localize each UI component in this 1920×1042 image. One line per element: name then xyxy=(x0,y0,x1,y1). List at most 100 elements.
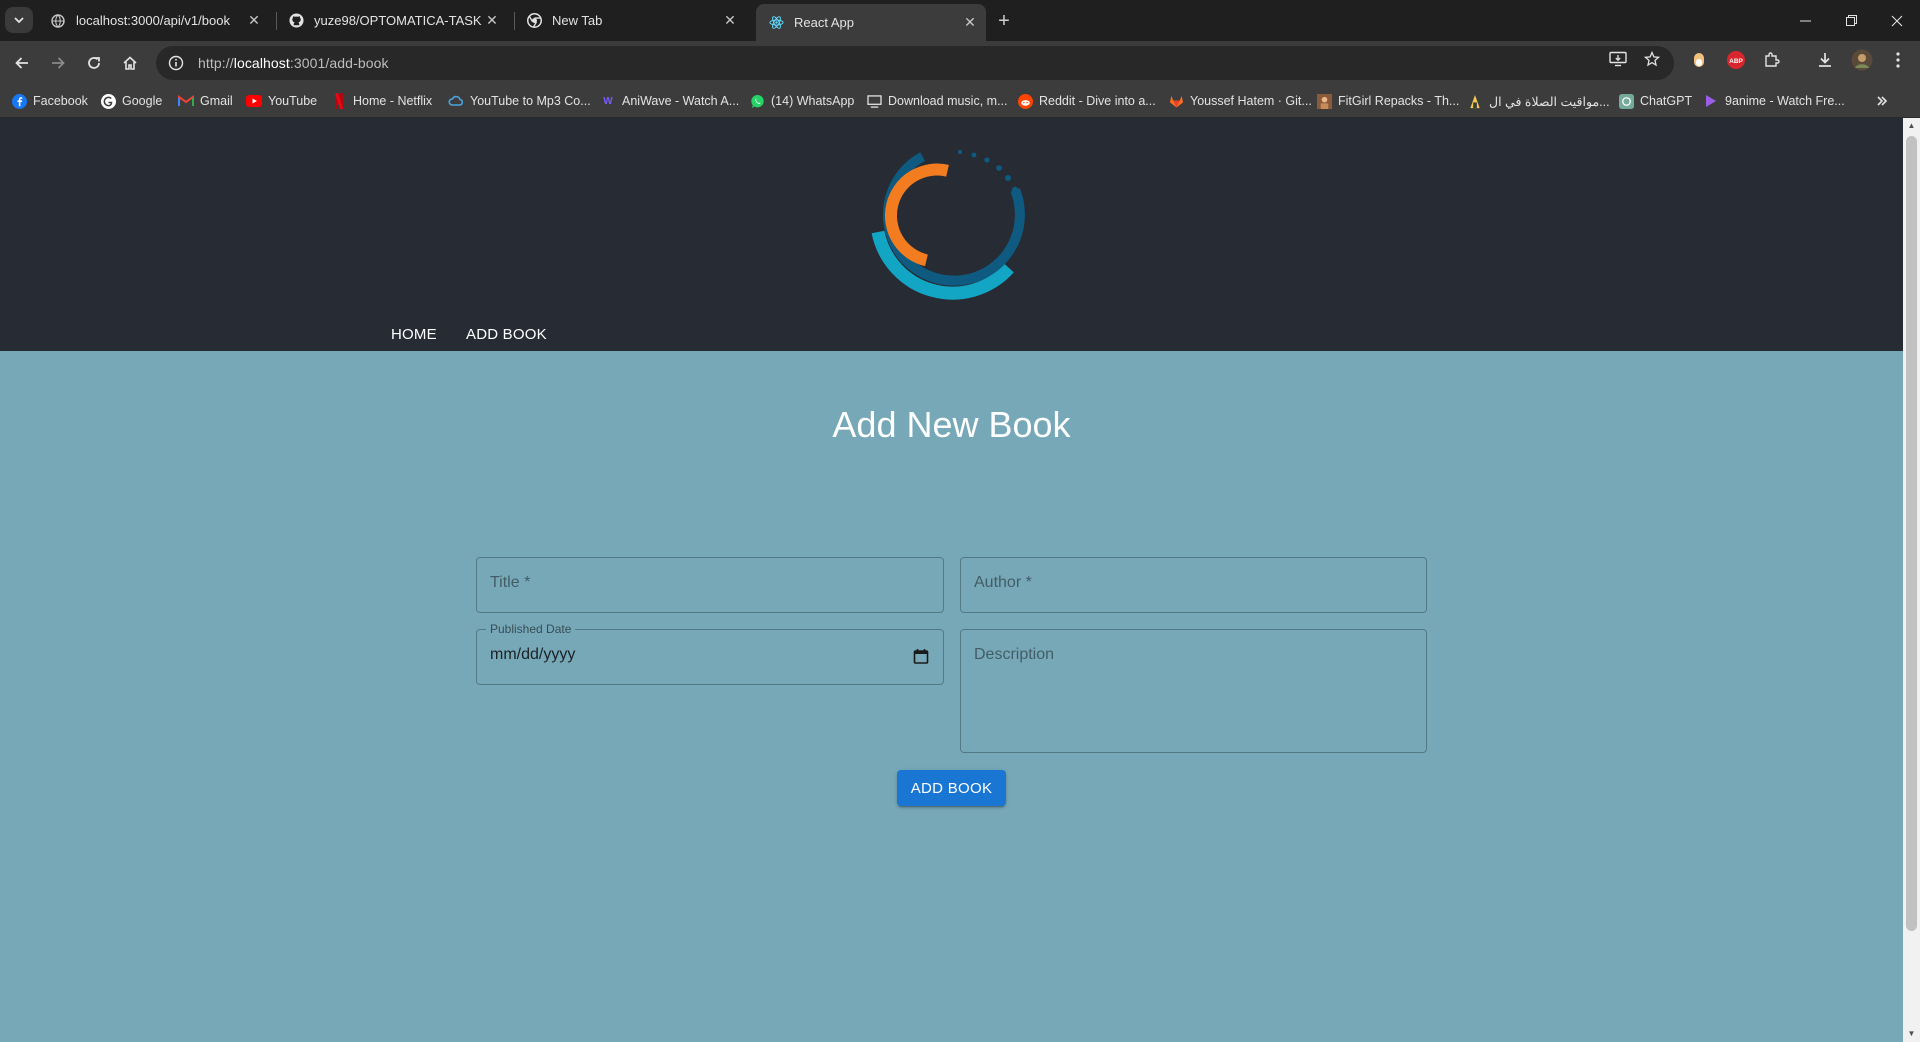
bookmark-prayer-times[interactable]: مواقيت الصلاة في ال... xyxy=(1467,92,1610,110)
scroll-down-icon[interactable]: ▼ xyxy=(1907,1029,1916,1038)
download-music-icon xyxy=(866,93,882,109)
restore-icon xyxy=(1845,15,1857,26)
site-info-icon[interactable] xyxy=(166,53,186,73)
close-icon[interactable]: ✕ xyxy=(720,11,740,31)
bookmark-label: (14) WhatsApp xyxy=(771,94,855,108)
tab-title: yuze98/OPTOMATICA-TASK: Th xyxy=(314,13,482,28)
bookmark-label: Gmail xyxy=(200,94,233,108)
url-text: http://localhost:3001/add-book xyxy=(198,55,389,71)
forward-button[interactable] xyxy=(44,49,72,77)
bookmark-google[interactable]: Google xyxy=(100,92,162,110)
author-placeholder: Author * xyxy=(974,574,1032,591)
browser-menu-icon[interactable] xyxy=(1887,49,1909,71)
tab-title: New Tab xyxy=(552,13,603,28)
bookmark-label: 9anime - Watch Fre... xyxy=(1725,94,1845,108)
page-scrollbar[interactable]: ▲ ▼ xyxy=(1903,118,1920,1042)
bookmark-label: YouTube xyxy=(268,94,318,108)
youtube-icon xyxy=(246,93,262,109)
nav-add-book-link[interactable]: ADD BOOK xyxy=(466,317,547,351)
close-icon[interactable]: ✕ xyxy=(960,13,980,33)
browser-tab-3[interactable]: New Tab ✕ xyxy=(514,4,746,37)
minimize-button[interactable] xyxy=(1782,0,1828,41)
published-date-label: Published Date xyxy=(486,622,576,636)
title-input[interactable]: Title * xyxy=(476,557,944,613)
scroll-thumb[interactable] xyxy=(1906,136,1917,931)
published-date-value: mm/dd/yyyy xyxy=(490,646,576,663)
chevron-down-icon xyxy=(14,17,24,24)
browser-tab-4[interactable]: React App ✕ xyxy=(756,4,986,41)
bookmark-aniwave[interactable]: W AniWave - Watch A... xyxy=(600,92,739,110)
cloud-icon xyxy=(448,93,464,109)
react-icon xyxy=(768,15,784,31)
description-placeholder: Description xyxy=(974,646,1055,663)
bookmark-netflix[interactable]: Home - Netflix xyxy=(331,92,432,110)
tab-title: localhost:3000/api/v1/book xyxy=(76,13,230,28)
download-icon[interactable] xyxy=(1814,49,1836,71)
profile-avatar[interactable] xyxy=(1851,49,1873,71)
published-date-input[interactable]: Published Date mm/dd/yyyy xyxy=(476,622,944,685)
install-app-icon[interactable] xyxy=(1608,49,1628,69)
browser-tab-1[interactable]: localhost:3000/api/v1/book ✕ xyxy=(38,4,270,37)
home-button[interactable] xyxy=(116,49,144,77)
page-title: Add New Book xyxy=(832,404,1071,445)
bookmark-label: Home - Netflix xyxy=(353,94,433,108)
extensions-puzzle-icon[interactable] xyxy=(1761,49,1783,71)
bookmark-youtube[interactable]: YouTube xyxy=(246,92,317,110)
calendar-icon[interactable] xyxy=(913,648,929,664)
back-button[interactable] xyxy=(8,49,36,77)
close-window-button[interactable] xyxy=(1874,0,1920,41)
bookmark-gmail[interactable]: Gmail xyxy=(178,92,233,110)
description-textarea[interactable]: Description xyxy=(960,629,1427,753)
minimize-icon xyxy=(1799,20,1811,22)
home-icon xyxy=(123,56,137,70)
close-icon xyxy=(1891,15,1903,26)
bookmark-youtube-to-mp3[interactable]: YouTube to Mp3 Co... xyxy=(448,92,591,110)
9anime-icon xyxy=(1703,93,1719,109)
add-book-submit-button[interactable]: ADD BOOK xyxy=(897,770,1006,806)
bookmark-fitgirl[interactable]: FitGirl Repacks - Th... xyxy=(1316,92,1459,110)
chatgpt-icon xyxy=(1618,93,1634,109)
url-path: :3001/add-book xyxy=(289,55,389,71)
whatsapp-icon xyxy=(749,93,765,109)
address-bar[interactable]: http://localhost:3001/add-book xyxy=(156,46,1674,80)
arrow-right-icon xyxy=(52,57,65,69)
url-scheme: http:// xyxy=(198,55,234,71)
new-tab-button[interactable]: + xyxy=(990,8,1018,34)
bookmark-9anime[interactable]: 9anime - Watch Fre... xyxy=(1703,92,1845,110)
bookmark-whatsapp[interactable]: (14) WhatsApp xyxy=(749,92,854,110)
tab-search-button[interactable] xyxy=(5,7,33,33)
globe-icon xyxy=(50,13,66,29)
bookmark-chatgpt[interactable]: ChatGPT xyxy=(1618,92,1692,110)
bookmark-label: Youssef Hatem · Git... xyxy=(1190,94,1312,108)
bookmark-gitlab[interactable]: Youssef Hatem · Git... xyxy=(1168,92,1312,110)
page-viewport: HOME ADD BOOK Add New Book Title * Autho… xyxy=(0,118,1903,1042)
fitgirl-icon xyxy=(1316,93,1332,109)
gitlab-icon xyxy=(1168,93,1184,109)
app-header: HOME ADD BOOK xyxy=(0,118,1903,351)
close-icon[interactable]: ✕ xyxy=(482,11,502,31)
chrome-icon xyxy=(526,13,542,29)
bookmark-facebook[interactable]: Facebook xyxy=(11,92,88,110)
restore-button[interactable] xyxy=(1828,0,1874,41)
prayer-times-icon xyxy=(1467,93,1483,109)
bookmarks-bar: Facebook Google Gmail YouTube Home - Net… xyxy=(0,85,1920,118)
bookmark-label: Google xyxy=(122,94,163,108)
facebook-icon xyxy=(11,93,27,109)
browser-toolbar: http://localhost:3001/add-book xyxy=(0,41,1920,85)
close-icon[interactable]: ✕ xyxy=(244,11,264,31)
bookmark-star-icon[interactable] xyxy=(1642,49,1662,69)
more-bookmarks-button[interactable] xyxy=(1874,92,1896,110)
bookmark-reddit[interactable]: Reddit - Dive into a... xyxy=(1017,92,1156,110)
reload-icon xyxy=(88,57,100,69)
scroll-up-icon[interactable]: ▲ xyxy=(1907,121,1916,130)
reload-button[interactable] xyxy=(80,49,108,77)
bookmark-label: Reddit - Dive into a... xyxy=(1039,94,1156,108)
bookmark-download-music[interactable]: Download music, m... xyxy=(866,92,1007,110)
tab-title: React App xyxy=(794,15,854,30)
extension-shield-icon[interactable] xyxy=(1688,49,1710,71)
nav-home-link[interactable]: HOME xyxy=(391,317,437,351)
browser-tab-2[interactable]: yuze98/OPTOMATICA-TASK: Th ✕ xyxy=(276,4,508,37)
github-icon xyxy=(288,13,304,29)
author-input[interactable]: Author * xyxy=(960,557,1427,613)
adblock-icon[interactable]: ABP xyxy=(1725,49,1747,71)
